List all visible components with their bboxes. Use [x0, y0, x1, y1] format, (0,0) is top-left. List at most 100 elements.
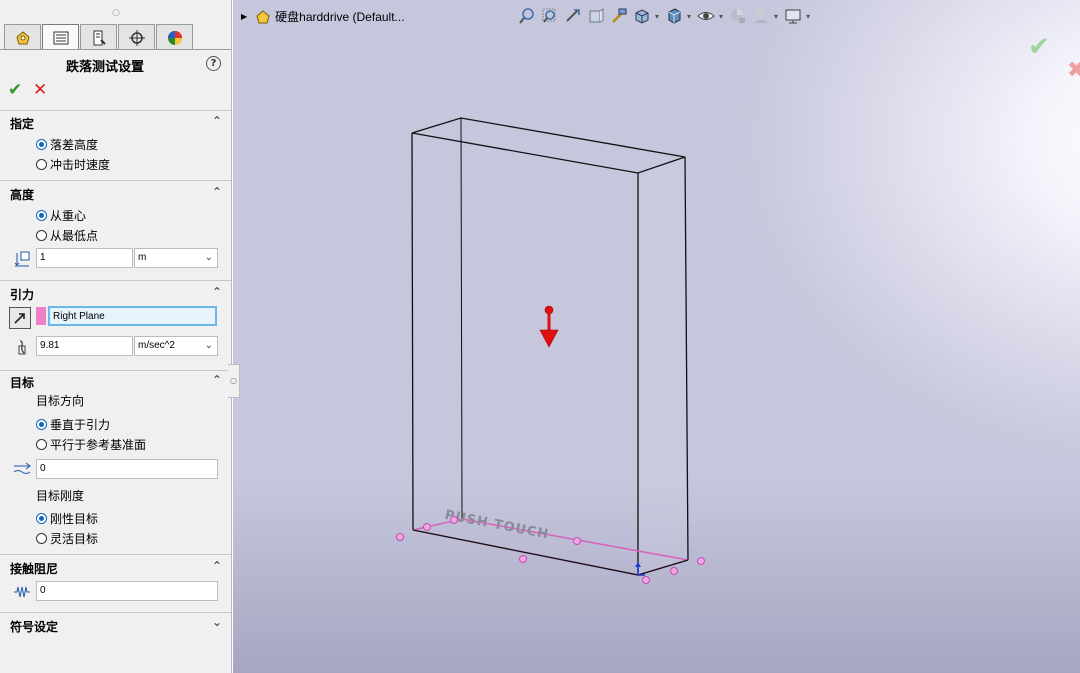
radio-label: 灵活目标 [50, 532, 99, 546]
radio-impact-velocity[interactable]: 冲击时速度 [36, 156, 110, 173]
section-symbol-title[interactable]: 符号设定 [10, 618, 58, 635]
section-view-button[interactable] [586, 6, 606, 26]
gravity-input[interactable]: 9.81 [36, 336, 133, 356]
edit-appearance-button[interactable] [728, 6, 748, 26]
box-hidden-edge [460, 117, 463, 520]
selection-handle[interactable] [519, 555, 527, 563]
selection-color-swatch [36, 307, 46, 325]
appearance-icon [167, 30, 182, 45]
radio-perpendicular-gravity[interactable]: 垂直于引力 [36, 416, 110, 433]
section-damping-title[interactable]: 接触阻尼 [10, 560, 58, 577]
gravity-reference-field[interactable]: Right Plane [48, 306, 217, 326]
dynamic-annotation-button[interactable] [609, 6, 629, 26]
ok-button[interactable]: ✔ [8, 80, 22, 100]
radio-from-centroid[interactable]: 从重心 [36, 207, 86, 224]
section-specify-title[interactable]: 指定 [10, 115, 34, 132]
chevron-down-icon[interactable]: ▾ [655, 12, 659, 21]
section-symbol: 符号设定 ⌄ [0, 612, 231, 673]
tab-dimxpert-manager[interactable] [118, 24, 155, 50]
part-name: 硬盘harddrive (Default... [275, 10, 405, 24]
hard-drive-model[interactable] [411, 117, 689, 575]
box-top-edge [411, 117, 686, 174]
radio-label: 刚性目标 [50, 512, 99, 526]
offset-icon [12, 459, 32, 479]
section-height-title[interactable]: 高度 [10, 186, 34, 203]
display-style-icon [668, 8, 681, 24]
graphics-viewport[interactable]: ▶ 硬盘harddrive (Default... ▾ ▾ ▾ ▾ ▾ ✔ ✖ [233, 0, 1080, 673]
help-icon[interactable]: ? [206, 56, 221, 71]
panel-gripper[interactable]: ○ [0, 6, 232, 20]
radio-label: 垂直于引力 [50, 418, 111, 432]
cancel-button[interactable]: ✕ [33, 80, 47, 100]
expand-arrow-icon[interactable]: ▶ [241, 12, 247, 21]
feature-tree-flyout[interactable]: ▶ 硬盘harddrive (Default... [241, 8, 405, 25]
crosshair-icon [128, 29, 145, 46]
view-settings-button[interactable] [783, 6, 803, 26]
radio-from-lowest-point[interactable]: 从最低点 [36, 227, 98, 244]
selection-handle[interactable] [450, 516, 458, 524]
chevron-down-icon[interactable]: ⌄ [212, 615, 222, 629]
chevron-up-icon[interactable]: ⌃ [212, 559, 222, 573]
zoom-to-area-button[interactable] [540, 6, 560, 26]
zoom-area-icon [542, 8, 556, 23]
radio-parallel-plane[interactable]: 平行于参考基准面 [36, 436, 146, 453]
radio-selected-icon [36, 513, 47, 524]
confirm-corner-cancel-icon[interactable]: ✖ [1067, 58, 1080, 83]
previous-view-icon [566, 9, 580, 22]
gravity-arrow-icon[interactable] [539, 305, 559, 348]
previous-view-button[interactable] [563, 6, 583, 26]
tab-display-manager[interactable] [156, 24, 193, 50]
target-offset-input[interactable]: 0 [36, 459, 218, 479]
tab-configuration-manager[interactable] [80, 24, 117, 50]
box-face-right [638, 157, 688, 575]
target-direction-label: 目标方向 [36, 394, 85, 408]
height-unit-select[interactable]: m ⌄ [134, 248, 218, 268]
chevron-up-icon[interactable]: ⌃ [212, 285, 222, 299]
view-orientation-button[interactable] [632, 6, 652, 26]
selection-handle[interactable] [573, 537, 581, 545]
hide-show-button[interactable] [696, 6, 716, 26]
property-manager-icon [53, 31, 68, 44]
zoom-to-fit-button[interactable] [517, 6, 537, 26]
damping-input[interactable]: 0 [36, 581, 218, 601]
eye-icon [697, 12, 715, 20]
radio-icon [36, 230, 47, 241]
chevron-down-icon[interactable]: ▾ [806, 12, 810, 21]
apply-scene-button[interactable] [751, 6, 771, 26]
radio-drop-height[interactable]: 落差高度 [36, 136, 98, 153]
chevron-up-icon[interactable]: ⌃ [212, 373, 222, 387]
chevron-down-icon: ⌄ [204, 340, 213, 351]
tab-feature-manager[interactable] [4, 24, 41, 50]
configuration-manager-icon [93, 30, 106, 45]
section-damping: 接触阻尼 ⌃ 0 [0, 554, 231, 612]
confirm-corner-ok-icon[interactable]: ✔ [1028, 32, 1050, 62]
height-input[interactable]: 1 [36, 248, 133, 268]
panel-title: 跌落测试设置 [65, 60, 144, 75]
chevron-down-icon[interactable]: ▾ [774, 12, 778, 21]
radio-icon [36, 533, 47, 544]
selection-handle[interactable] [423, 523, 431, 531]
target-stiffness-label: 目标刚度 [36, 489, 85, 503]
gravity-unit-select[interactable]: m/sec^2 ⌄ [134, 336, 218, 356]
panel-collapse-handle[interactable]: ○ [228, 364, 240, 398]
panel-tabs [4, 24, 194, 50]
chevron-up-icon[interactable]: ⌃ [212, 185, 222, 199]
chevron-up-icon[interactable]: ⌃ [212, 114, 222, 128]
tab-property-manager[interactable] [42, 24, 79, 50]
section-gravity: 引力 ⌃ Right Plane 9.81 m/sec^2 ⌄ [0, 280, 231, 370]
radio-rigid-target[interactable]: 刚性目标 [36, 510, 98, 527]
radio-flexible-target[interactable]: 灵活目标 [36, 530, 98, 547]
selection-handle[interactable] [396, 533, 404, 541]
reverse-direction-button[interactable] [9, 307, 31, 329]
selection-handle[interactable] [697, 557, 705, 565]
chevron-down-icon[interactable]: ▾ [687, 12, 691, 21]
radio-selected-icon [36, 210, 47, 221]
chevron-down-icon[interactable]: ▾ [719, 12, 723, 21]
model-canvas: PUSH TOUCH [396, 117, 705, 584]
model-label-text: PUSH TOUCH [444, 508, 551, 543]
selection-handle[interactable] [642, 576, 650, 584]
section-gravity-title[interactable]: 引力 [10, 286, 34, 303]
selection-handle[interactable] [670, 567, 678, 575]
display-style-button[interactable] [664, 6, 684, 26]
section-target-title[interactable]: 目标 [10, 374, 34, 391]
